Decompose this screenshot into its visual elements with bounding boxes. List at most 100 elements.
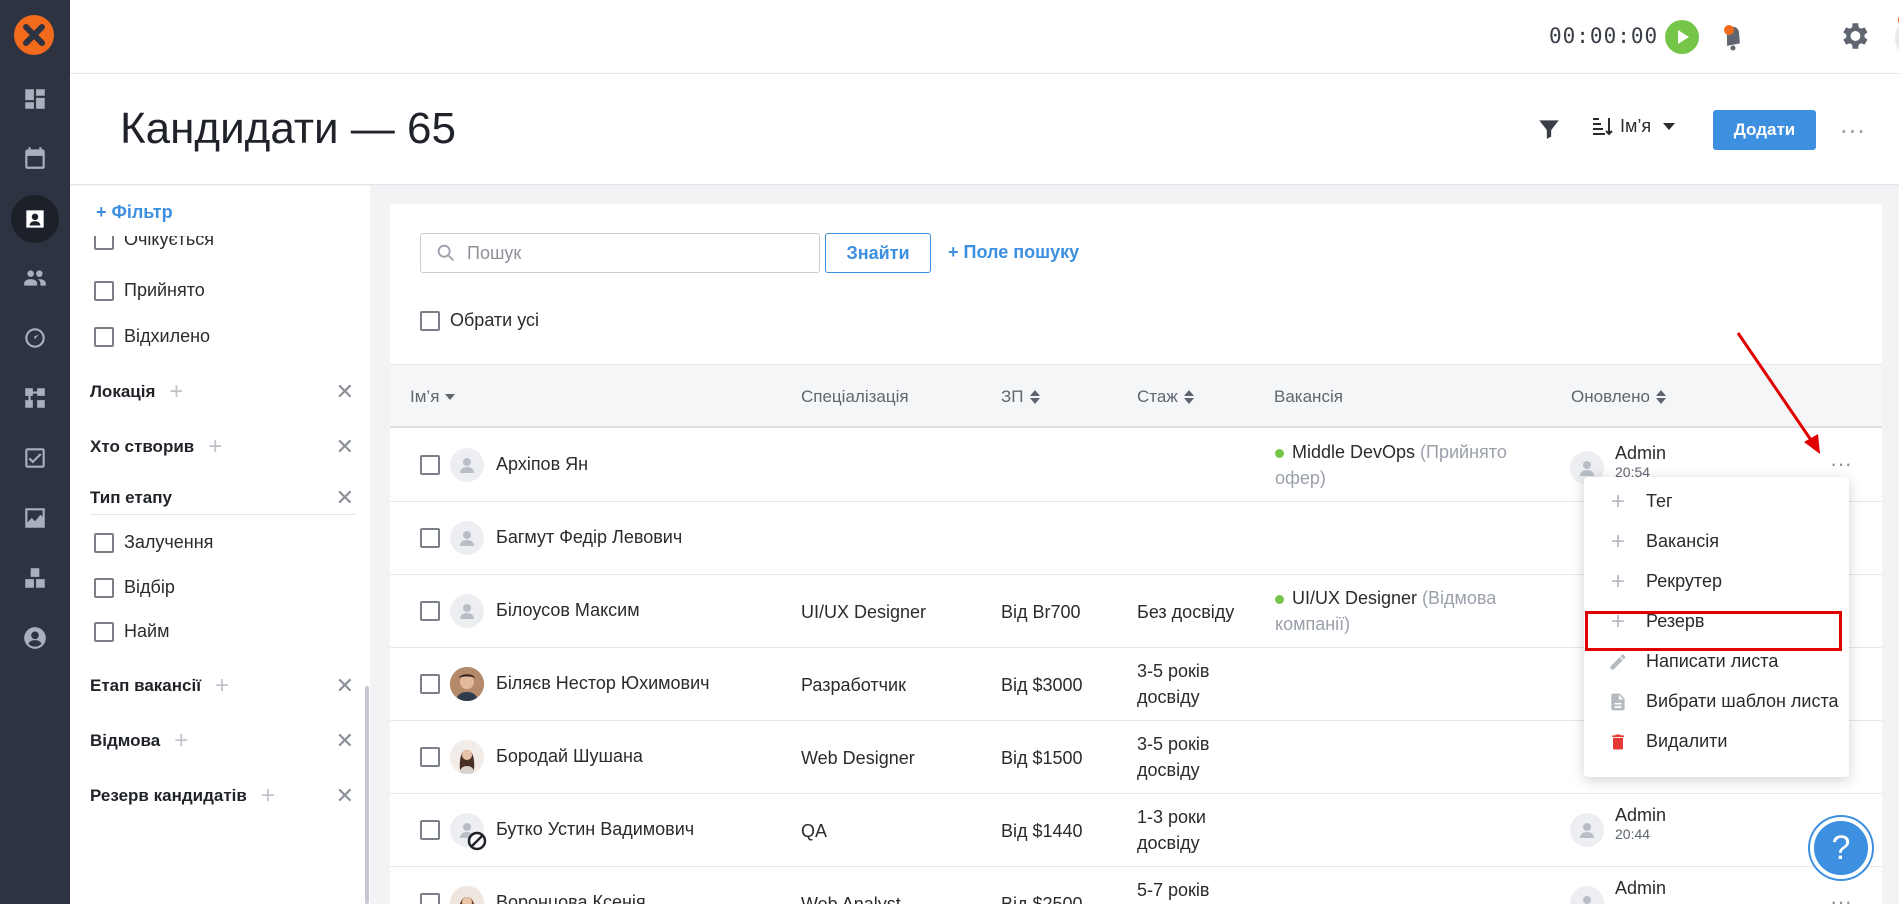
- checkbox[interactable]: [420, 674, 440, 694]
- add-button[interactable]: Додати: [1713, 110, 1816, 150]
- help-button[interactable]: ?: [1810, 817, 1872, 879]
- column-specialization: Спеціалізація: [801, 387, 909, 406]
- checkbox[interactable]: [420, 747, 440, 767]
- plus-icon[interactable]: +: [261, 782, 275, 810]
- menu-item-write-email[interactable]: Написати листа: [1608, 651, 1778, 672]
- scrollbar[interactable]: [365, 686, 369, 904]
- filter-option-accepted[interactable]: Прийнято: [94, 280, 205, 301]
- column-experience[interactable]: Стаж: [1137, 387, 1194, 407]
- checkbox[interactable]: [420, 455, 440, 475]
- close-icon[interactable]: ✕: [336, 783, 354, 809]
- filter-section-stage-type: Тип етапу ✕: [90, 485, 356, 515]
- column-updated[interactable]: Оновлено: [1571, 387, 1666, 407]
- dashboard-icon[interactable]: [0, 75, 70, 123]
- add-filter-button[interactable]: + Фільтр: [96, 202, 173, 223]
- column-salary[interactable]: ЗП: [1001, 387, 1040, 407]
- plus-icon[interactable]: +: [169, 378, 183, 406]
- updated-cell: Admin 20:44: [1615, 805, 1667, 842]
- column-vacancy: Вакансія: [1274, 387, 1343, 406]
- menu-item-recruiter[interactable]: + Рекрутер: [1608, 567, 1722, 595]
- checkbox[interactable]: [420, 528, 440, 548]
- gear-icon[interactable]: [1837, 19, 1871, 53]
- plus-icon[interactable]: +: [174, 727, 188, 755]
- close-icon[interactable]: ✕: [336, 379, 354, 405]
- tasks-icon[interactable]: [0, 434, 70, 482]
- app-logo[interactable]: [14, 15, 54, 55]
- annotation-arrow-icon: [1736, 332, 1820, 454]
- speedometer-icon[interactable]: [0, 314, 70, 362]
- candidates-icon[interactable]: [0, 195, 70, 243]
- status-dot: [1275, 448, 1284, 458]
- filter-option-hire[interactable]: Найм: [94, 621, 169, 642]
- analytics-icon[interactable]: [0, 494, 70, 542]
- chevron-down-icon: [445, 394, 456, 400]
- menu-item-delete[interactable]: Видалити: [1608, 731, 1727, 752]
- calendar-icon[interactable]: [0, 134, 70, 182]
- bell-icon[interactable]: [1716, 20, 1750, 54]
- profile-icon[interactable]: [0, 614, 70, 662]
- sort-icon: [1183, 390, 1194, 404]
- column-name[interactable]: Ім’я: [410, 387, 456, 407]
- table-header: Ім’я Спеціалізація ЗП Стаж Вакансія Онов…: [390, 364, 1882, 428]
- close-icon[interactable]: ✕: [336, 728, 354, 754]
- sort-label: Ім’я: [1620, 115, 1652, 136]
- plus-icon: +: [1610, 487, 1625, 515]
- checkbox[interactable]: [94, 621, 114, 642]
- checkbox[interactable]: [94, 280, 114, 301]
- trash-icon: [1608, 732, 1628, 752]
- close-icon[interactable]: ✕: [336, 673, 354, 699]
- play-icon[interactable]: [1665, 20, 1699, 54]
- hierarchy-icon[interactable]: [0, 374, 70, 422]
- avatar: [450, 521, 484, 555]
- more-options-icon[interactable]: ···: [1840, 118, 1866, 146]
- checkbox[interactable]: [420, 893, 440, 904]
- filter-option-partial[interactable]: Очікується: [94, 236, 214, 250]
- search-icon: [437, 244, 454, 261]
- plus-icon[interactable]: +: [208, 433, 222, 461]
- pencil-icon: [1608, 652, 1628, 672]
- vacancy-cell[interactable]: Middle DevOps (Прийнято офер): [1275, 439, 1507, 491]
- document-icon: [1608, 692, 1628, 712]
- avatar: [450, 740, 484, 774]
- filter-section-creator: Хто створив + ✕: [90, 433, 354, 461]
- close-icon[interactable]: ✕: [336, 485, 354, 511]
- avatar: [1570, 813, 1604, 847]
- status-dot: [1275, 594, 1284, 604]
- checkbox[interactable]: [420, 820, 440, 840]
- sort-icon: [1593, 118, 1613, 136]
- menu-item-tag[interactable]: + Тег: [1608, 487, 1673, 515]
- row-more-icon[interactable]: ···: [1830, 889, 1852, 904]
- sort-dropdown[interactable]: Ім’я: [1590, 114, 1676, 138]
- blocks-icon[interactable]: [0, 554, 70, 602]
- filter-option-engagement[interactable]: Залучення: [94, 532, 213, 553]
- menu-item-email-template[interactable]: Вибрати шаблон листа: [1608, 691, 1839, 712]
- filter-option-rejected[interactable]: Відхилено: [94, 326, 210, 347]
- checkbox[interactable]: [420, 310, 440, 331]
- add-search-field-button[interactable]: + Поле пошуку: [948, 242, 1079, 263]
- close-icon[interactable]: ✕: [336, 434, 354, 460]
- checkbox[interactable]: [94, 532, 114, 553]
- vacancy-cell[interactable]: UI/UX Designer (Відмова компанії): [1275, 585, 1496, 637]
- search-input[interactable]: Пошук: [420, 233, 820, 273]
- checkbox[interactable]: [420, 601, 440, 621]
- select-all[interactable]: Обрати усі: [420, 310, 539, 331]
- plus-icon[interactable]: +: [215, 672, 229, 700]
- timer-display: 00:00:00: [1549, 24, 1659, 48]
- avatar: [450, 667, 484, 701]
- checkbox[interactable]: [94, 326, 114, 347]
- row-more-icon[interactable]: ···: [1830, 451, 1852, 477]
- find-button[interactable]: Знайти: [825, 233, 931, 273]
- sort-icon: [1655, 390, 1666, 404]
- filter-icon[interactable]: [1536, 116, 1562, 142]
- checkbox[interactable]: [94, 577, 114, 598]
- annotation-highlight-box: [1585, 611, 1842, 651]
- table-row[interactable]: Воронцова Ксенія Web Analyst Від $2500 5…: [390, 867, 1882, 904]
- updated-cell: Admin: [1615, 878, 1667, 898]
- user-avatar-icon[interactable]: [1895, 13, 1899, 61]
- avatar: [450, 886, 484, 904]
- filter-option-selection[interactable]: Відбір: [94, 577, 175, 598]
- menu-item-vacancy[interactable]: + Вакансія: [1608, 528, 1719, 555]
- table-row[interactable]: Бутко Устин Вадимович QA Від $1440 1-3 р…: [390, 794, 1882, 867]
- plus-icon: +: [1610, 567, 1625, 595]
- team-icon[interactable]: [0, 254, 70, 302]
